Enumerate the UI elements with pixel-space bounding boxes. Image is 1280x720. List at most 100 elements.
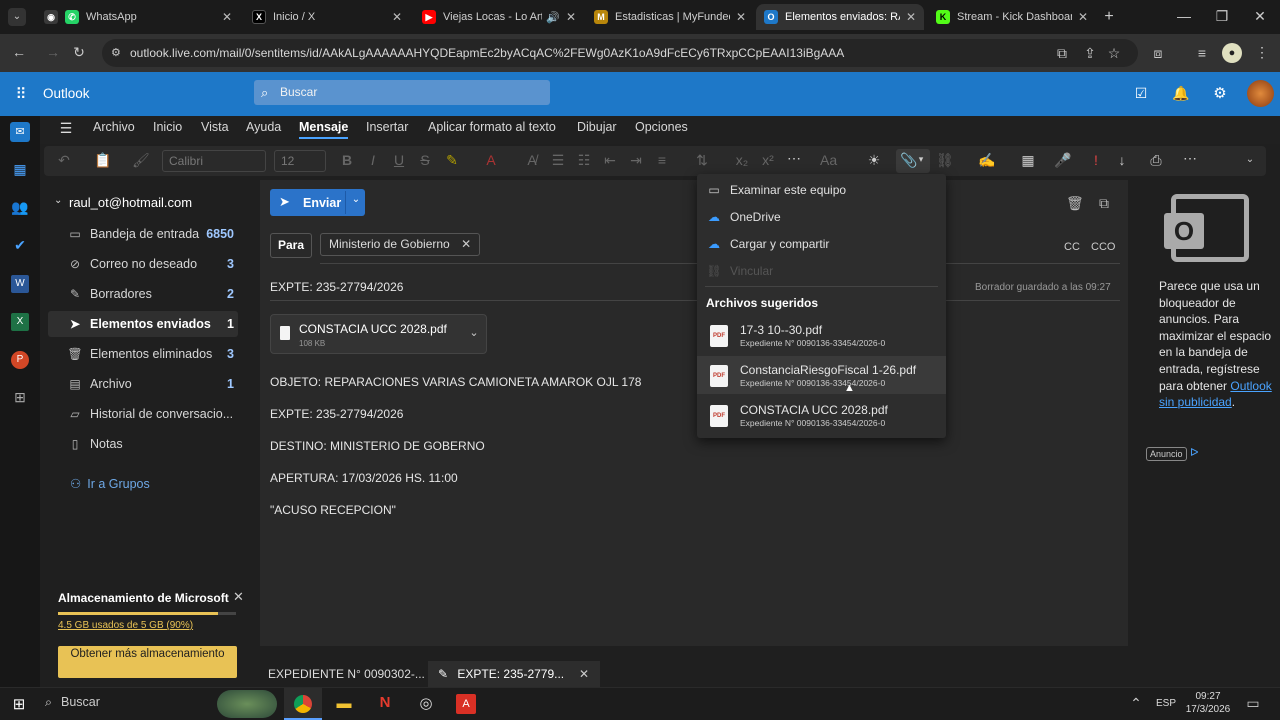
weather-widget-icon[interactable] [217, 690, 277, 718]
body-line[interactable]: DESTINO: MINISTERIO DE GOBERNO [270, 439, 485, 453]
tab-kick[interactable]: K Stream - Kick Dashboard ✕ [928, 4, 1096, 30]
folder-sent[interactable]: ➤ Elementos enviados 1 [48, 311, 238, 337]
tab-youtube[interactable]: ▶ Viejas Locas - Lo Arte 🔊 ✕ [414, 4, 584, 30]
adchoices-icon[interactable]: ᐅ [1190, 446, 1198, 459]
signature-icon[interactable]: ✍ [978, 152, 995, 169]
storage-usage-link[interactable]: 4.5 GB usados de 5 GB (90%) [58, 620, 193, 631]
back-icon[interactable]: ← [10, 44, 28, 60]
body-line[interactable]: OBJETO: REPARACIONES VARIAS CAMIONETA AM… [270, 375, 641, 389]
tray-chevron-icon[interactable]: ⌃ [1128, 695, 1144, 712]
menu-item-upload-share[interactable]: ☁ Cargar y compartir [705, 237, 829, 251]
draft-tab-active[interactable]: ✎ EXPTE: 235-2779... ✕ [428, 661, 600, 687]
more-format-icon[interactable]: ⋯ [786, 150, 802, 167]
close-icon[interactable]: ✕ [906, 10, 916, 24]
url-bar[interactable]: ⚙ outlook.live.com/mail/0/sentitems/id/A… [102, 39, 1138, 67]
tab-mensaje[interactable]: Mensaje [299, 120, 349, 139]
close-icon[interactable]: ✕ [233, 589, 244, 605]
taskbar-search[interactable]: ⌕ Buscar [45, 695, 100, 710]
extensions-icon[interactable]: ⧈ [1150, 45, 1166, 62]
mail-icon[interactable]: ✉ [10, 122, 30, 142]
discard-trash-icon[interactable]: 🗑 [1066, 195, 1084, 212]
overflow-icon[interactable]: ⋯ [1182, 150, 1198, 167]
close-icon[interactable]: ✕ [736, 10, 746, 24]
folder-junk[interactable]: ⊘ Correo no deseado 3 [48, 251, 238, 277]
suggested-file[interactable]: PDF ConstanciaRiesgoFiscal 1-26.pdf Expe… [697, 356, 946, 394]
clock[interactable]: 09:27 17/3/2026 [1184, 690, 1232, 716]
minimize-icon[interactable]: — [1174, 8, 1194, 24]
paste-icon[interactable]: 📋 [94, 152, 111, 169]
remove-recipient-icon[interactable]: ✕ [461, 237, 471, 251]
cco-button[interactable]: CCO [1091, 241, 1115, 253]
acrobat-icon[interactable]: A [456, 694, 476, 714]
send-button[interactable]: ➤ Enviar ⌄ [270, 189, 365, 216]
increase-indent-icon[interactable]: ⇥ [628, 152, 644, 169]
body-line[interactable]: "ACUSO RECEPCION" [270, 503, 396, 517]
numbering-icon[interactable]: ☷ [576, 152, 592, 169]
tab-vista[interactable]: Vista [201, 120, 229, 134]
folder-notes[interactable]: ▯ Notas [48, 431, 238, 457]
folder-inbox[interactable]: ▭ Bandeja de entrada 6850 [48, 221, 238, 247]
bullets-icon[interactable]: ☰ [550, 152, 566, 169]
people-icon[interactable]: 👥 [11, 199, 29, 216]
menu-item-browse-computer[interactable]: ▭ Examinar este equipo [705, 183, 846, 197]
tab-search-icon[interactable]: ⌄ [8, 8, 26, 26]
install-app-icon[interactable]: ⧉ [1054, 45, 1070, 62]
site-info-icon[interactable]: ⚙ [111, 39, 121, 67]
forward-icon[interactable]: → [44, 44, 62, 60]
folder-deleted[interactable]: 🗑 Elementos eliminados 3 [48, 341, 238, 367]
folder-archive[interactable]: ▤ Archivo 1 [48, 371, 238, 397]
profile-avatar[interactable]: ● [1222, 43, 1242, 63]
superscript-icon[interactable]: x² [760, 152, 776, 168]
account-name[interactable]: raul_ot@hotmail.com [69, 195, 192, 210]
spacing-icon[interactable]: ⇅ [694, 152, 710, 169]
attachment-menu-chevron-icon[interactable]: ⌄ [467, 326, 481, 339]
sensitivity-icon[interactable]: ☀ [866, 152, 882, 169]
hamburger-icon[interactable]: ☰ [58, 120, 74, 137]
app-launcher-icon[interactable]: ⠿ [12, 85, 30, 103]
tab-opciones[interactable]: Opciones [635, 120, 688, 134]
obs-icon[interactable]: ◎ [416, 694, 436, 712]
bold-icon[interactable]: B [340, 152, 354, 168]
to-button[interactable]: Para [270, 233, 312, 258]
styles-icon[interactable]: Aa [820, 152, 837, 168]
font-size-select[interactable]: 12 [274, 150, 326, 172]
popout-icon[interactable]: ⧉ [1096, 195, 1112, 212]
underline-icon[interactable]: U [392, 152, 406, 168]
folder-drafts[interactable]: ✎ Borradores 2 [48, 281, 238, 307]
tab-x[interactable]: X Inicio / X ✕ [244, 4, 410, 30]
suggested-file[interactable]: PDF 17-3 10--30.pdf Expediente N° 009013… [697, 316, 946, 354]
print-icon[interactable]: ⎙ [1148, 152, 1164, 169]
language-indicator[interactable]: ESP [1156, 698, 1176, 709]
chrome-taskbar-icon[interactable] [284, 688, 322, 720]
tab-whatsapp[interactable]: ◉ ✆ WhatsApp ✕ [36, 4, 240, 30]
collapse-ribbon-icon[interactable]: ⌄ [1242, 154, 1258, 165]
italic-icon[interactable]: I [366, 152, 380, 168]
table-icon[interactable]: ▦ [1020, 152, 1036, 169]
excel-icon[interactable]: X [11, 313, 29, 331]
new-tab-icon[interactable]: + [1100, 8, 1118, 26]
calendar-icon[interactable]: ▦ [11, 161, 29, 178]
format-painter-icon[interactable]: 🖌 [132, 152, 150, 169]
close-icon[interactable]: ✕ [579, 661, 589, 687]
cc-button[interactable]: CC [1064, 241, 1080, 253]
close-icon[interactable]: ✕ [566, 10, 576, 24]
bell-icon[interactable]: 🔔 [1172, 85, 1190, 102]
decrease-indent-icon[interactable]: ⇤ [602, 152, 618, 169]
highlight-icon[interactable]: ✎ [444, 152, 460, 169]
gear-icon[interactable]: ⚙ [1211, 84, 1229, 102]
avatar[interactable] [1247, 80, 1274, 107]
folder-conversation-history[interactable]: ▱ Historial de conversacio... [48, 401, 238, 427]
powerpoint-icon[interactable]: P [11, 351, 29, 369]
attach-button[interactable]: 📎 ▾ [896, 149, 930, 173]
body-line[interactable]: APERTURA: 17/03/2026 HS. 11:00 [270, 471, 458, 485]
todo-check-icon[interactable]: ✔ [11, 237, 29, 254]
attachment-card[interactable]: CONSTACIA UCC 2028.pdf 108 KB ⌄ [270, 314, 487, 354]
file-explorer-icon[interactable]: ▬ [334, 695, 354, 712]
notifications-icon[interactable]: ▭ [1244, 695, 1262, 712]
close-icon[interactable]: ✕ [222, 10, 232, 24]
link-icon[interactable]: ⛓ [936, 152, 954, 169]
todo-icon[interactable]: ☑ [1132, 85, 1150, 102]
tab-outlook[interactable]: O Elementos enviados: RAU ✕ [756, 4, 924, 30]
close-icon[interactable]: ✕ [392, 10, 402, 24]
send-options-chevron-icon[interactable]: ⌄ [349, 194, 363, 205]
